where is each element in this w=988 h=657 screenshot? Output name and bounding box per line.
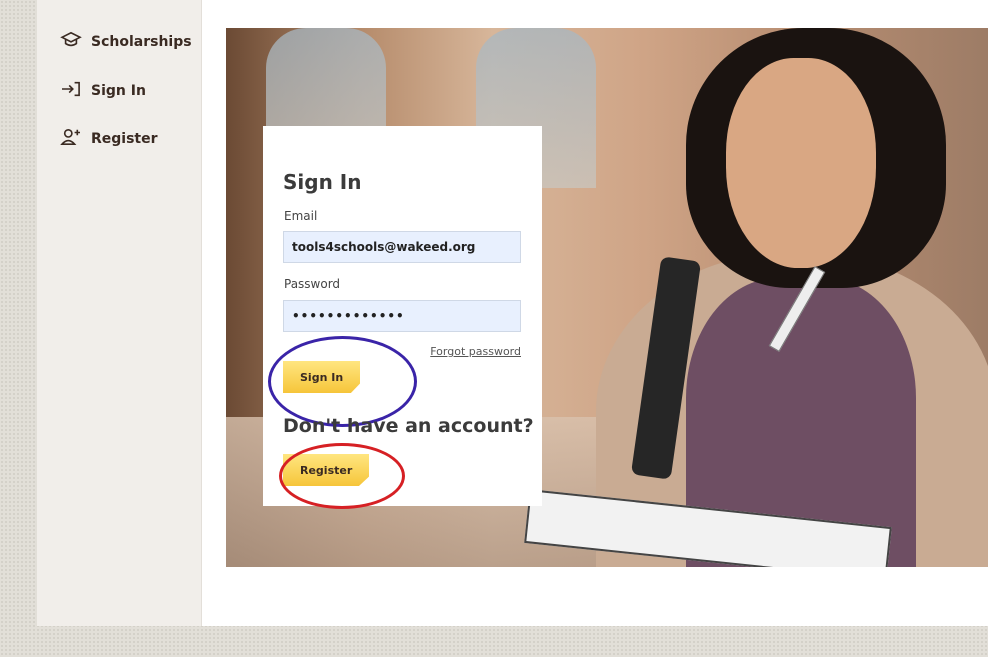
sidebar: Scholarships Sign In Register [37, 0, 202, 626]
sign-in-icon [60, 80, 91, 102]
student-face [726, 58, 876, 268]
sidebar-item-scholarships[interactable]: Scholarships [60, 31, 192, 53]
no-account-heading: Don't have an account? [283, 415, 534, 437]
sign-in-card: Sign In Email tools4schools@wakeed.org P… [263, 126, 542, 509]
sidebar-item-label: Sign In [91, 83, 146, 99]
sign-in-button[interactable]: Sign In [283, 361, 361, 393]
email-field[interactable]: tools4schools@wakeed.org [283, 231, 521, 263]
register-button[interactable]: Register [283, 454, 370, 486]
app-container: Scholarships Sign In Register Sign In Em… [37, 0, 988, 626]
sidebar-item-label: Register [91, 131, 158, 147]
graduation-cap-icon [60, 31, 91, 53]
add-user-icon [60, 128, 91, 150]
sidebar-item-sign-in[interactable]: Sign In [60, 80, 146, 102]
email-label: Email [284, 209, 318, 223]
sidebar-item-label: Scholarships [91, 34, 192, 50]
sign-in-title: Sign In [283, 170, 362, 194]
forgot-password-link[interactable]: Forgot password [430, 345, 521, 358]
sidebar-item-register[interactable]: Register [60, 128, 158, 150]
password-field[interactable]: ••••••••••••• [283, 300, 521, 332]
password-label: Password [284, 277, 341, 291]
